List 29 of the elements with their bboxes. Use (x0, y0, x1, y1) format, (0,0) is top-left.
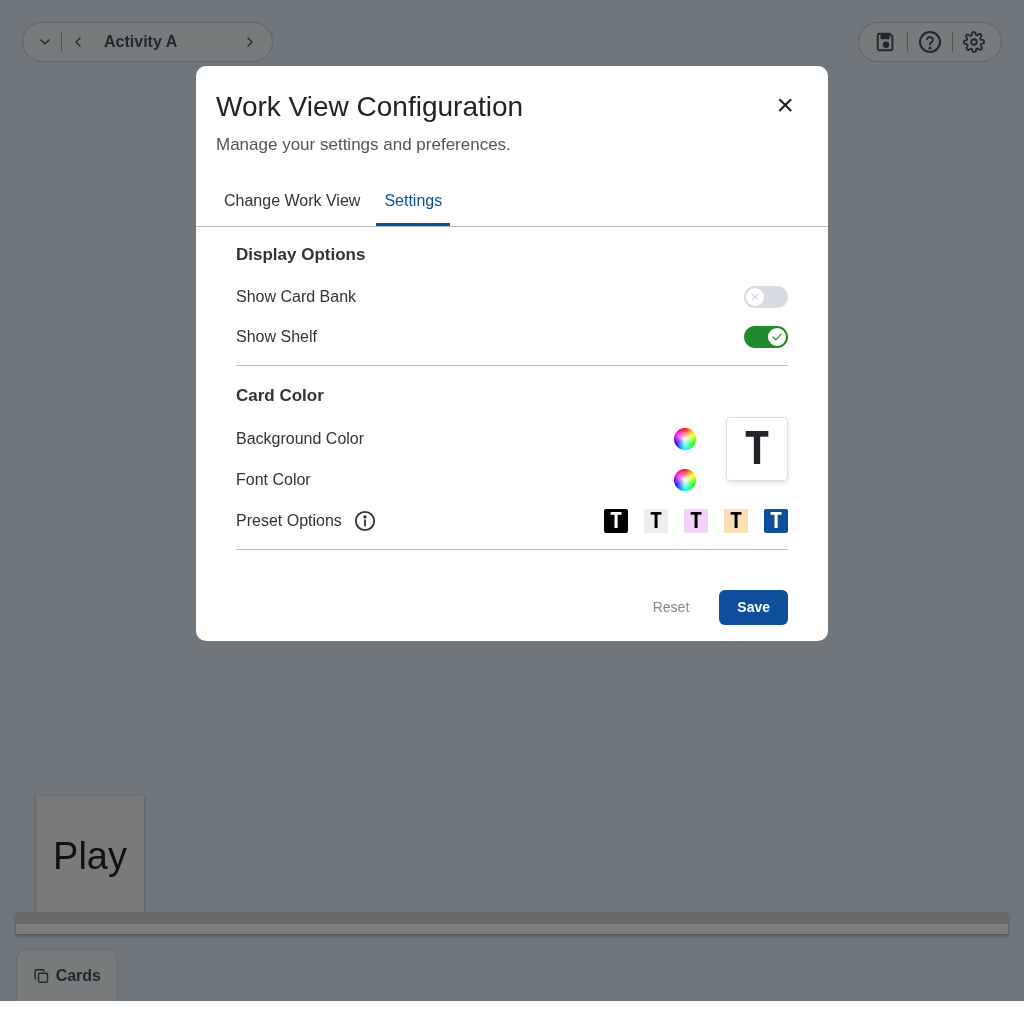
background-color-picker[interactable] (674, 428, 696, 451)
font-color-label: Font Color (236, 470, 311, 491)
font-color-picker[interactable] (674, 469, 696, 492)
toggle-switch[interactable] (744, 286, 788, 309)
preset-swatch[interactable]: T (764, 508, 788, 533)
activity-title: Activity A (103, 32, 179, 52)
info-icon[interactable] (353, 509, 376, 532)
toggle-label: Show Card Bank (236, 287, 357, 308)
card-preview: T (726, 416, 788, 481)
section-heading: Card Color (236, 386, 325, 407)
toggle-switch[interactable] (744, 326, 788, 349)
toggle-label: Show Shelf (236, 327, 317, 348)
section-heading: Display Options (236, 245, 367, 266)
cards-button[interactable]: Cards (16, 949, 118, 1001)
help-icon[interactable] (918, 30, 942, 54)
preset-swatch[interactable]: T (644, 508, 668, 533)
preset-swatch[interactable]: T (604, 508, 628, 533)
tab[interactable]: Settings (376, 179, 451, 227)
preset-label: Preset Options (236, 510, 342, 531)
preset-swatch[interactable]: T (724, 508, 748, 533)
dialog-subtitle: Manage your settings and preferences. (216, 133, 512, 156)
save-button[interactable]: Save (719, 589, 788, 625)
dialog-title: Work View Configuration (216, 90, 524, 124)
settings-icon[interactable] (963, 31, 985, 53)
close-button[interactable]: × (770, 90, 800, 120)
tab[interactable]: Change Work View (216, 179, 369, 227)
reset-button[interactable]: Reset (638, 589, 704, 625)
background-color-label: Background Color (236, 429, 365, 450)
preset-swatch[interactable]: T (684, 508, 708, 533)
